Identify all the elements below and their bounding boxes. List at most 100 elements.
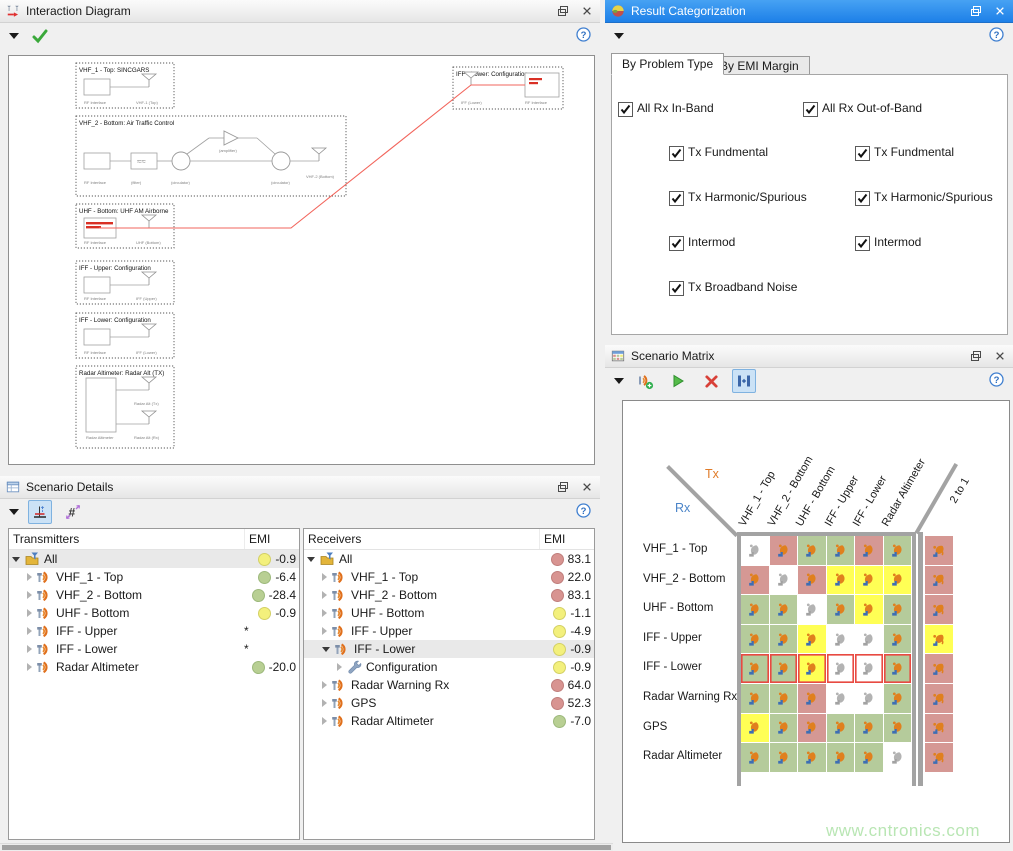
- matrix-row-header[interactable]: IFF - Upper: [643, 632, 739, 644]
- expand-arrow-icon[interactable]: [27, 573, 32, 581]
- help-icon[interactable]: ?: [989, 27, 1004, 45]
- matrix-cell[interactable]: [798, 536, 826, 565]
- tree-row[interactable]: UHF - Bottom-1.1: [304, 604, 594, 622]
- matrix-cell[interactable]: [798, 743, 826, 772]
- tree-row[interactable]: UHF - Bottom-0.9: [9, 604, 299, 622]
- rx-band-group-checkbox[interactable]: [618, 102, 633, 117]
- matrix-2to1-cell[interactable]: [925, 743, 953, 772]
- matrix-cell[interactable]: [884, 536, 912, 565]
- matrix-cell[interactable]: [798, 714, 826, 743]
- validate-check-icon[interactable]: [28, 24, 52, 48]
- matrix-cell[interactable]: [770, 684, 798, 713]
- matrix-cell[interactable]: [798, 566, 826, 595]
- problem-type-checkbox[interactable]: [855, 236, 870, 251]
- tree-row[interactable]: Configuration-0.9: [304, 658, 594, 676]
- panel-menu-arrow-icon[interactable]: [614, 378, 624, 384]
- matrix-2to1-cell[interactable]: [925, 684, 953, 713]
- matrix-2to1-cell[interactable]: [925, 536, 953, 565]
- expand-arrow-icon[interactable]: [27, 645, 32, 653]
- collapse-arrow-icon[interactable]: [12, 557, 20, 562]
- tree-row[interactable]: IFF - Lower-0.9: [304, 640, 594, 658]
- matrix-cell[interactable]: [884, 566, 912, 595]
- help-icon[interactable]: ?: [989, 372, 1004, 390]
- matrix-cell[interactable]: [827, 714, 855, 743]
- problem-type-checkbox[interactable]: [669, 236, 684, 251]
- expand-arrow-icon[interactable]: [27, 591, 32, 599]
- matrix-cell[interactable]: [827, 595, 855, 624]
- matrix-cell[interactable]: [827, 684, 855, 713]
- matrix-cell[interactable]: [770, 595, 798, 624]
- help-icon[interactable]: ?: [576, 27, 591, 45]
- matrix-cell[interactable]: [741, 625, 769, 654]
- matrix-cell[interactable]: [855, 625, 883, 654]
- matrix-cell[interactable]: [855, 743, 883, 772]
- expand-arrow-icon[interactable]: [322, 609, 327, 617]
- help-icon[interactable]: ?: [576, 503, 591, 521]
- matrix-cell[interactable]: [884, 625, 912, 654]
- matrix-cell[interactable]: [855, 566, 883, 595]
- close-panel-button[interactable]: [580, 480, 594, 494]
- matrix-cell[interactable]: [770, 625, 798, 654]
- tree-row[interactable]: VHF_1 - Top22.0: [304, 568, 594, 586]
- matrix-2to1-cell[interactable]: [925, 714, 953, 743]
- matrix-row-header[interactable]: VHF_2 - Bottom: [643, 573, 739, 585]
- add-radio-button[interactable]: [633, 369, 657, 393]
- matrix-cell[interactable]: [741, 566, 769, 595]
- matrix-cell[interactable]: [741, 714, 769, 743]
- expand-arrow-icon[interactable]: [322, 717, 327, 725]
- matrix-row-header[interactable]: Radar Warning Rx: [643, 691, 739, 703]
- matrix-cell[interactable]: [770, 714, 798, 743]
- expand-arrow-icon[interactable]: [27, 627, 32, 635]
- panel-menu-arrow-icon[interactable]: [9, 509, 19, 515]
- numeric-view-button[interactable]: #: [61, 500, 85, 524]
- matrix-cell[interactable]: [770, 566, 798, 595]
- close-panel-button[interactable]: [993, 4, 1007, 18]
- matrix-row-header[interactable]: Radar Altimeter: [643, 750, 739, 762]
- panel-menu-arrow-icon[interactable]: [9, 33, 19, 39]
- matrix-2to1-cell[interactable]: [925, 654, 953, 683]
- matrix-cell[interactable]: [798, 625, 826, 654]
- matrix-2to1-cell[interactable]: [925, 625, 953, 654]
- tree-row[interactable]: All-0.9: [9, 550, 299, 568]
- matrix-cell[interactable]: [741, 536, 769, 565]
- float-panel-button[interactable]: [556, 480, 570, 494]
- matrix-cell[interactable]: [770, 536, 798, 565]
- expand-arrow-icon[interactable]: [322, 591, 327, 599]
- matrix-cell[interactable]: [827, 536, 855, 565]
- matrix-cell[interactable]: [884, 743, 912, 772]
- run-analysis-button[interactable]: [666, 369, 690, 393]
- horizontal-scrollbar-thumb[interactable]: [2, 845, 611, 850]
- expand-arrow-icon[interactable]: [322, 681, 327, 689]
- tree-row[interactable]: Radar Warning Rx64.0: [304, 676, 594, 694]
- float-panel-button[interactable]: [969, 349, 983, 363]
- matrix-row-header[interactable]: GPS: [643, 721, 739, 733]
- tree-row[interactable]: IFF - Upper*: [9, 622, 299, 640]
- matrix-cell[interactable]: [855, 536, 883, 565]
- matrix-column-header[interactable]: Radar Altimeter: [879, 457, 928, 529]
- matrix-cell[interactable]: [855, 654, 883, 683]
- expand-arrow-icon[interactable]: [322, 627, 327, 635]
- tree-row[interactable]: IFF - Lower*: [9, 640, 299, 658]
- expand-arrow-icon[interactable]: [27, 663, 32, 671]
- matrix-cell[interactable]: [741, 743, 769, 772]
- tree-row[interactable]: VHF_2 - Bottom83.1: [304, 586, 594, 604]
- matrix-row-header[interactable]: VHF_1 - Top: [643, 543, 739, 555]
- matrix-row-header[interactable]: UHF - Bottom: [643, 602, 739, 614]
- transmitters-column-header[interactable]: Transmitters: [9, 529, 245, 549]
- expand-arrow-icon[interactable]: [322, 573, 327, 581]
- tree-row[interactable]: Radar Altimeter-20.0: [9, 658, 299, 676]
- receivers-column-header[interactable]: Receivers: [304, 529, 540, 549]
- matrix-cell[interactable]: [741, 595, 769, 624]
- matrix-cell[interactable]: [855, 714, 883, 743]
- matrix-cell[interactable]: [827, 654, 855, 683]
- expand-arrow-icon[interactable]: [27, 609, 32, 617]
- collapse-arrow-icon[interactable]: [322, 647, 330, 652]
- problem-type-checkbox[interactable]: [669, 281, 684, 296]
- problem-type-checkbox[interactable]: [855, 191, 870, 206]
- problem-type-checkbox[interactable]: [669, 146, 684, 161]
- collapse-arrow-icon[interactable]: [307, 557, 315, 562]
- problem-type-checkbox[interactable]: [855, 146, 870, 161]
- interaction-diagram-canvas[interactable]: VHF_1 - Top: SINCGARSRF InterfaceVHF-1 (…: [8, 55, 595, 465]
- matrix-cell[interactable]: [770, 654, 798, 683]
- matrix-cell[interactable]: [741, 684, 769, 713]
